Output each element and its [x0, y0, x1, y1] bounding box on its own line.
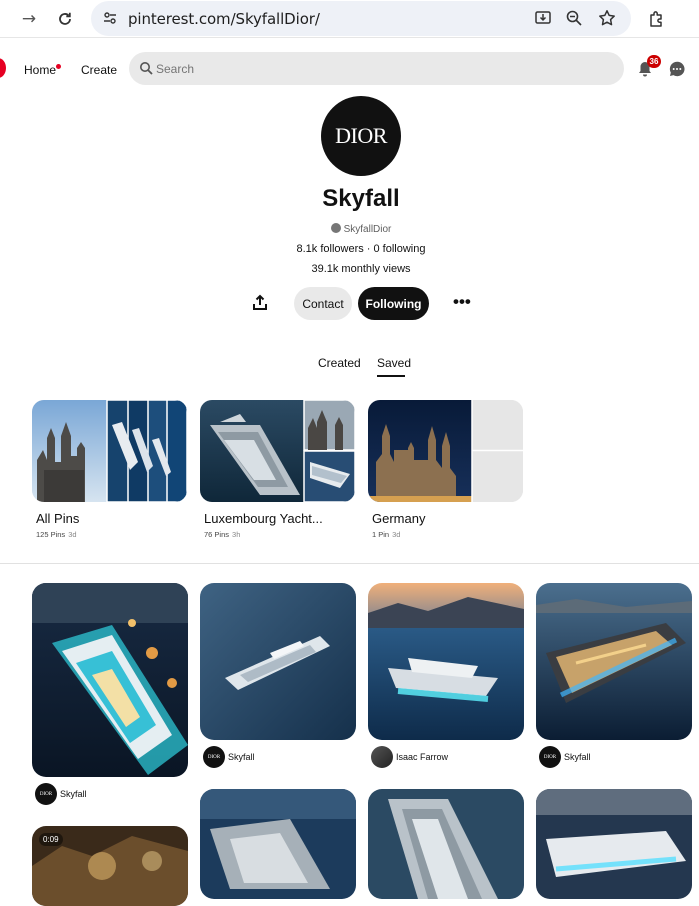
pin-author-avatar: DIOR: [539, 746, 561, 768]
pin-author-name: Skyfall: [60, 789, 87, 799]
board-card[interactable]: Luxembourg Yacht... 76 Pins 3h: [200, 400, 355, 539]
board-title: Luxembourg Yacht...: [204, 511, 323, 526]
profile-name: Skyfall: [322, 185, 400, 212]
search-input[interactable]: [156, 60, 596, 77]
pin-author-name: Skyfall: [228, 752, 255, 762]
star-icon[interactable]: [596, 7, 618, 29]
pin-image[interactable]: [32, 583, 188, 777]
notification-count-badge: 36: [647, 55, 661, 68]
section-divider: [0, 563, 699, 564]
profile-avatar: DIOR: [321, 96, 401, 176]
board-meta: 1 Pin 3d: [372, 530, 400, 539]
profile-handle: SkyfallDior: [0, 223, 699, 235]
board-age: 3d: [68, 530, 77, 539]
board-age: 3d: [392, 530, 401, 539]
extensions-icon[interactable]: [645, 7, 669, 31]
board-age: 3h: [232, 530, 241, 539]
url-text[interactable]: pinterest.com/SkyfallDior/: [128, 10, 320, 28]
messages-icon[interactable]: [668, 60, 686, 78]
home-notification-dot: [56, 64, 61, 69]
board-card[interactable]: All Pins 125 Pins 3d: [32, 400, 187, 539]
board-cover: [32, 400, 187, 502]
tab-created[interactable]: Created: [318, 356, 361, 370]
pin-author[interactable]: DIOR Skyfall: [539, 746, 591, 768]
pin-author-name: Isaac Farrow: [396, 752, 449, 762]
nav-home[interactable]: Home: [24, 63, 56, 77]
video-duration: 0:09: [39, 833, 63, 846]
browser-toolbar: → pinterest.com/SkyfallDior/: [0, 0, 699, 38]
tab-active-indicator: [377, 375, 405, 377]
install-icon[interactable]: [532, 7, 554, 29]
share-icon[interactable]: [251, 294, 269, 312]
board-title: All Pins: [36, 511, 80, 526]
pin-image[interactable]: [536, 789, 692, 899]
board-card[interactable]: Germany 1 Pin 3d: [368, 400, 523, 539]
board-pin-count: 1 Pin: [372, 530, 390, 539]
contact-button[interactable]: Contact: [294, 287, 352, 320]
pin-author[interactable]: Isaac Farrow: [371, 746, 448, 768]
profile-handle-text: SkyfallDior: [343, 224, 392, 235]
nav-create[interactable]: Create: [81, 63, 117, 77]
pin-image[interactable]: [368, 583, 524, 740]
pin-image[interactable]: [368, 789, 524, 899]
forward-icon[interactable]: →: [17, 7, 41, 31]
pin-author-avatar: DIOR: [35, 783, 57, 805]
board-meta: 76 Pins 3h: [204, 530, 240, 539]
monthly-views: 39.1k monthly views: [311, 263, 411, 275]
pinterest-logo-icon[interactable]: [0, 58, 6, 78]
pin-image[interactable]: [536, 583, 692, 740]
search-icon: [140, 62, 153, 75]
pinterest-small-icon: [330, 223, 341, 233]
board-pin-count: 76 Pins: [204, 530, 230, 539]
board-cover: [368, 400, 523, 502]
following-button[interactable]: Following: [358, 287, 429, 320]
search-bar[interactable]: [129, 52, 624, 85]
site-info-icon[interactable]: [99, 7, 121, 29]
board-title: Germany: [372, 511, 426, 526]
address-bar[interactable]: pinterest.com/SkyfallDior/: [91, 1, 631, 36]
pin-image[interactable]: [200, 583, 356, 740]
board-pin-count: 125 Pins: [36, 530, 66, 539]
follower-stats[interactable]: 8.1k followers · 0 following: [0, 243, 699, 255]
board-cover: [200, 400, 355, 502]
reload-icon[interactable]: [53, 7, 77, 31]
pin-author-name: Skyfall: [564, 752, 591, 762]
pin-image[interactable]: [200, 789, 356, 899]
pin-author[interactable]: DIOR Skyfall: [35, 783, 87, 805]
pin-author-avatar: DIOR: [203, 746, 225, 768]
pin-video[interactable]: 0:09: [32, 826, 188, 906]
zoom-icon[interactable]: [563, 7, 585, 29]
tab-saved[interactable]: Saved: [377, 356, 411, 370]
pin-author[interactable]: DIOR Skyfall: [203, 746, 255, 768]
more-options-icon[interactable]: •••: [453, 293, 473, 310]
board-meta: 125 Pins 3d: [36, 530, 77, 539]
pin-author-avatar: [371, 746, 393, 768]
